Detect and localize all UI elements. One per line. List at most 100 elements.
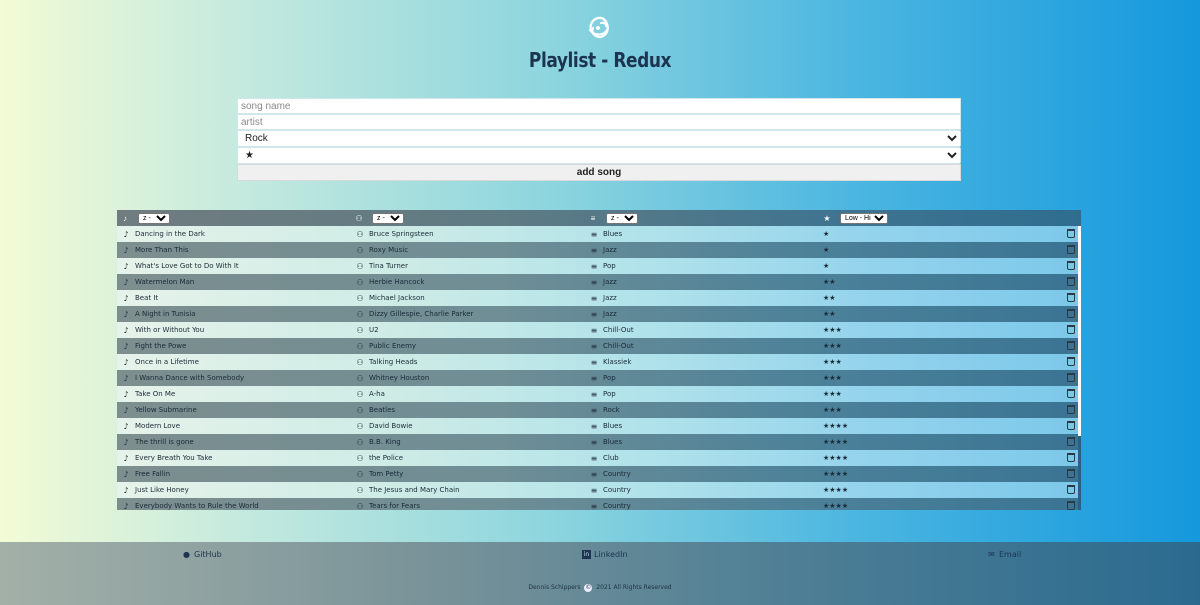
music-note-icon: ♪ xyxy=(123,229,129,239)
linkedin-link[interactable]: in LinkedIn xyxy=(582,550,628,559)
trash-icon[interactable] xyxy=(1067,405,1075,414)
song-genre-cell: ≡ Pop xyxy=(585,370,819,386)
list-icon: ≡ xyxy=(590,453,598,463)
song-artist: Beatles xyxy=(369,406,396,414)
list-icon: ≡ xyxy=(590,437,598,447)
trash-icon[interactable] xyxy=(1067,469,1075,478)
song-rating: ★★★ xyxy=(823,406,842,414)
trash-icon[interactable] xyxy=(1067,501,1075,510)
trash-icon[interactable] xyxy=(1067,357,1075,366)
song-title-cell: ♪ Dancing in the Dark xyxy=(117,226,351,242)
scrollbar-thumb[interactable] xyxy=(1078,436,1081,510)
genre-sort-select[interactable]: z - a xyxy=(606,212,638,224)
song-genre-cell: ≡ Club xyxy=(585,450,819,466)
trash-icon[interactable] xyxy=(1067,229,1075,238)
song-genre-cell: ≡ Chill-Out xyxy=(585,322,819,338)
song-rating-cell: ★ xyxy=(819,258,1081,274)
artist-input[interactable] xyxy=(237,114,961,130)
song-genre: Pop xyxy=(603,374,616,382)
trash-icon[interactable] xyxy=(1067,437,1075,446)
song-artist: U2 xyxy=(369,326,379,334)
users-icon: ⚇ xyxy=(356,501,364,511)
song-artist-cell: ⚇ Dizzy Gillespie, Charlie Parker xyxy=(351,306,585,322)
song-artist-cell: ⚇ Roxy Music xyxy=(351,242,585,258)
trash-icon[interactable] xyxy=(1067,389,1075,398)
users-icon: ⚇ xyxy=(356,261,364,271)
song-genre: Blues xyxy=(603,438,623,446)
rights-text: 2021 All Rights Reserved xyxy=(596,584,672,591)
trash-icon[interactable] xyxy=(1067,245,1075,254)
list-icon: ≡ xyxy=(590,325,598,335)
trash-icon[interactable] xyxy=(1067,485,1075,494)
users-icon: ⚇ xyxy=(356,293,364,303)
song-genre-cell: ≡ Blues xyxy=(585,434,819,450)
users-icon: ⚇ xyxy=(356,437,364,447)
song-title: Take On Me xyxy=(135,390,176,398)
list-icon: ≡ xyxy=(590,501,598,511)
linkedin-icon: in xyxy=(582,550,591,559)
song-artist: Herbie Hancock xyxy=(369,278,425,286)
genre-select[interactable]: Rock xyxy=(237,130,961,147)
list-icon: ≡ xyxy=(590,389,598,399)
song-rating-cell: ★★★ xyxy=(819,322,1081,338)
song-genre-cell: ≡ Jazz xyxy=(585,306,819,322)
trash-icon[interactable] xyxy=(1067,309,1075,318)
song-rating-cell: ★★★★ xyxy=(819,482,1081,498)
song-rating: ★ xyxy=(823,230,830,238)
song-rating-cell: ★★ xyxy=(819,274,1081,290)
song-artist-cell: ⚇ David Bowie xyxy=(351,418,585,434)
song-artist: Whitney Houston xyxy=(369,374,430,382)
song-title: Once in a Lifetime xyxy=(135,358,199,366)
song-rating-cell: ★★★ xyxy=(819,338,1081,354)
song-artist-cell: ⚇ B.B. King xyxy=(351,434,585,450)
song-name-input[interactable] xyxy=(237,98,961,114)
song-title: I Wanna Dance with Somebody xyxy=(135,374,245,382)
trash-icon[interactable] xyxy=(1067,325,1075,334)
song-title-cell: ♪ Watermelon Man xyxy=(117,274,351,290)
github-link[interactable]: ● GitHub xyxy=(182,550,222,559)
song-artist: Tom Petty xyxy=(369,470,404,478)
email-link[interactable]: ✉ Email xyxy=(987,550,1021,559)
song-rating: ★★★★ xyxy=(823,502,849,510)
music-note-icon: ♪ xyxy=(123,389,129,399)
music-note-icon: ♪ xyxy=(123,421,129,431)
users-icon: ⚇ xyxy=(356,469,364,479)
trash-icon[interactable] xyxy=(1067,293,1075,302)
title-sort-select[interactable]: z - a xyxy=(138,212,170,224)
song-title-cell: ♪ Every Breath You Take xyxy=(117,450,351,466)
song-title: Every Breath You Take xyxy=(135,454,213,462)
music-note-icon: ♪ xyxy=(123,501,129,511)
song-title-cell: ♪ With or Without You xyxy=(117,322,351,338)
users-icon: ⚇ xyxy=(356,421,364,431)
song-title-cell: ♪ A Night in Tunisia xyxy=(117,306,351,322)
trash-icon[interactable] xyxy=(1067,373,1075,382)
add-song-button[interactable]: add song xyxy=(237,164,961,181)
table-row: ♪ Beat It ⚇ Michael Jackson ≡ Jazz ★★ xyxy=(117,290,1081,306)
song-genre-cell: ≡ Country xyxy=(585,466,819,482)
song-rating-cell: ★★★★ xyxy=(819,434,1081,450)
table-row: ♪ I Wanna Dance with Somebody ⚇ Whitney Hou… xyxy=(117,370,1081,386)
table-row: ♪ Modern Love ⚇ David Bowie ≡ Blues ★★★★ xyxy=(117,418,1081,434)
song-title-cell: ♪ I Wanna Dance with Somebody xyxy=(117,370,351,386)
trash-icon[interactable] xyxy=(1067,261,1075,270)
trash-icon[interactable] xyxy=(1067,453,1075,462)
table-body: ♪ Dancing in the Dark ⚇ Bruce Springsteen ≡ B… xyxy=(117,226,1081,510)
list-icon: ≡ xyxy=(590,229,598,239)
add-song-form: Rock ★ add song xyxy=(237,98,961,181)
table-row: ♪ Dancing in the Dark ⚇ Bruce Springsteen ≡ B… xyxy=(117,226,1081,242)
song-genre-cell: ≡ Pop xyxy=(585,386,819,402)
music-note-icon: ♪ xyxy=(123,357,129,367)
header-title: ♪ z - a xyxy=(117,210,351,226)
rating-sort-select[interactable]: Low - High xyxy=(840,212,888,224)
trash-icon[interactable] xyxy=(1067,277,1075,286)
header-genre: ≡ z - a xyxy=(585,210,819,226)
music-note-icon: ♪ xyxy=(123,453,129,463)
trash-icon[interactable] xyxy=(1067,341,1075,350)
song-title-cell: ♪ Take On Me xyxy=(117,386,351,402)
rating-select[interactable]: ★ xyxy=(237,147,961,164)
artist-sort-select[interactable]: z - a xyxy=(372,212,404,224)
trash-icon[interactable] xyxy=(1067,421,1075,430)
song-title: Beat It xyxy=(135,294,159,302)
github-icon: ● xyxy=(183,550,190,559)
song-rating: ★★ xyxy=(823,278,836,286)
